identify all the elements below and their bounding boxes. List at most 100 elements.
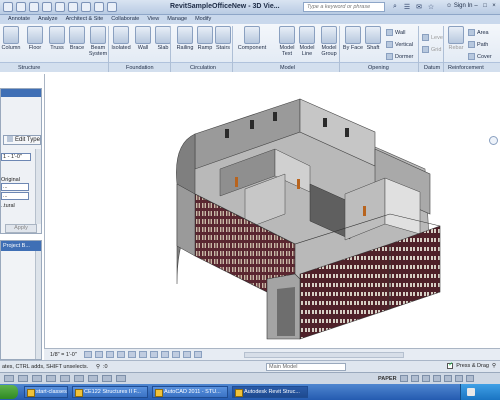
temporary-hide-icon[interactable] bbox=[172, 351, 180, 358]
view-scale[interactable]: 1/8" = 1'-0" bbox=[50, 352, 77, 358]
sun-path-icon[interactable] bbox=[106, 351, 114, 358]
panel-opening[interactable]: Opening bbox=[368, 65, 389, 71]
binoculars-icon[interactable]: ⌕ bbox=[390, 2, 400, 12]
press-drag-checkbox[interactable] bbox=[447, 361, 453, 369]
dyn-icon[interactable] bbox=[102, 375, 112, 382]
start-button[interactable] bbox=[0, 385, 18, 399]
properties-scrollbar[interactable] bbox=[35, 149, 41, 224]
paper-space-toggle[interactable]: PAPER bbox=[378, 376, 397, 382]
tab-manage[interactable]: Manage bbox=[163, 15, 191, 24]
minimize-button[interactable]: – bbox=[472, 2, 480, 11]
model-group-button[interactable]: Model Group bbox=[318, 26, 340, 57]
zoom-icon[interactable] bbox=[422, 375, 430, 382]
tab-architect-site[interactable]: Architect & Site bbox=[62, 15, 108, 24]
tab-analyze[interactable]: Analyze bbox=[34, 15, 62, 24]
taskbar-item-explorer[interactable]: start-classes-principle... bbox=[24, 386, 68, 398]
save-icon[interactable] bbox=[29, 2, 39, 12]
visibility-graphics-button[interactable]: ... bbox=[1, 183, 29, 191]
analytical-model-icon[interactable] bbox=[194, 351, 202, 358]
shaft-button[interactable]: Shaft bbox=[362, 26, 384, 51]
redo-icon[interactable] bbox=[55, 2, 65, 12]
polar-icon[interactable] bbox=[46, 375, 56, 382]
graphic-display-button[interactable]: ... bbox=[1, 192, 29, 200]
snap-icon[interactable] bbox=[4, 375, 14, 382]
viewport-scrollbar[interactable] bbox=[244, 352, 404, 358]
show-crop-icon[interactable] bbox=[150, 351, 158, 358]
view-scale-field[interactable]: 1 - 1'-0" bbox=[1, 153, 31, 161]
apply-button[interactable]: Apply bbox=[5, 224, 37, 233]
panel-foundation[interactable]: Foundation bbox=[126, 65, 154, 71]
render-icon[interactable] bbox=[128, 351, 136, 358]
subscription-icon[interactable]: ☰ bbox=[402, 2, 412, 12]
close-button[interactable]: × bbox=[490, 2, 498, 11]
communication-icon[interactable]: ✉ bbox=[414, 2, 424, 12]
crop-view-icon[interactable] bbox=[139, 351, 147, 358]
isolated-button[interactable]: Isolated bbox=[110, 26, 132, 51]
path-button[interactable]: Path bbox=[468, 41, 488, 48]
tab-annotate[interactable]: Annotate bbox=[4, 15, 34, 24]
visual-style-icon[interactable] bbox=[95, 351, 103, 358]
floor-button[interactable]: Floor bbox=[24, 26, 46, 51]
osnap-icon[interactable] bbox=[60, 375, 70, 382]
lineweight-icon[interactable] bbox=[116, 375, 126, 382]
filter-icon[interactable]: ⚲ bbox=[96, 364, 100, 370]
measure-icon[interactable] bbox=[81, 2, 91, 12]
area-button[interactable]: Area bbox=[468, 29, 489, 36]
maximize-button[interactable]: □ bbox=[481, 2, 489, 11]
layout-icon[interactable] bbox=[400, 375, 408, 382]
search-input[interactable]: Type a keyword or phrase bbox=[303, 2, 385, 12]
panel-circulation[interactable]: Circulation bbox=[190, 65, 216, 71]
otrack-icon[interactable] bbox=[74, 375, 84, 382]
shadows-icon[interactable] bbox=[117, 351, 125, 358]
model-text-button[interactable]: Model Text bbox=[276, 26, 298, 57]
component-button[interactable]: Component bbox=[236, 26, 268, 51]
open-icon[interactable] bbox=[16, 2, 26, 12]
panel-reinforcement[interactable]: Reinforcement bbox=[448, 65, 484, 71]
detail-level-icon[interactable] bbox=[84, 351, 92, 358]
print-icon[interactable] bbox=[68, 2, 78, 12]
tab-modify[interactable]: Modify bbox=[191, 15, 215, 24]
text-icon[interactable] bbox=[94, 2, 104, 12]
vertical-opening-button[interactable]: Vertical bbox=[386, 41, 413, 48]
workspace-icon[interactable] bbox=[444, 375, 452, 382]
grid-display-icon[interactable] bbox=[18, 375, 28, 382]
column-button[interactable]: Column bbox=[0, 26, 22, 51]
by-face-button[interactable]: By Face bbox=[342, 26, 364, 51]
ducs-icon[interactable] bbox=[88, 375, 98, 382]
panel-model[interactable]: Model bbox=[280, 65, 295, 71]
tray-icon[interactable] bbox=[467, 388, 475, 396]
favorites-icon[interactable]: ☆ bbox=[426, 2, 436, 12]
taskbar-item-autocad[interactable]: AutoCAD 2011 - STU... bbox=[152, 386, 228, 398]
level-button[interactable]: Level bbox=[422, 34, 444, 41]
model-line-button[interactable]: Model Line bbox=[296, 26, 318, 57]
railing-button[interactable]: Railing bbox=[174, 26, 196, 51]
taskbar-item-revit[interactable]: Autodesk Revit Struc... bbox=[232, 386, 308, 398]
app-menu-icon[interactable] bbox=[3, 2, 13, 12]
clean-screen-icon[interactable] bbox=[466, 375, 474, 382]
filter-select-icon[interactable]: ⚲ bbox=[492, 363, 496, 369]
tab-collaborate[interactable]: Collaborate bbox=[107, 15, 143, 24]
wall-opening-button[interactable]: Wall bbox=[386, 29, 406, 36]
pan-icon[interactable] bbox=[411, 375, 419, 382]
edit-type-button[interactable]: Edit Type bbox=[3, 135, 41, 145]
reveal-hidden-icon[interactable] bbox=[183, 351, 191, 358]
taskbar-item-ce122[interactable]: CE122 Structures II F... bbox=[72, 386, 148, 398]
cover-button[interactable]: Cover bbox=[468, 53, 492, 60]
wall-foundation-button[interactable]: Wall bbox=[132, 26, 154, 51]
rebar-button[interactable]: Rebar bbox=[446, 26, 466, 51]
panel-structure[interactable]: Structure bbox=[18, 65, 40, 71]
tab-view[interactable]: View bbox=[143, 15, 163, 24]
grid-button[interactable]: Grid bbox=[422, 46, 441, 53]
undo-icon[interactable] bbox=[42, 2, 52, 12]
brace-button[interactable]: Brace bbox=[66, 26, 88, 51]
lock-icon[interactable] bbox=[455, 375, 463, 382]
active-model-select[interactable]: Main Model bbox=[266, 363, 346, 371]
stairs-button[interactable]: Stairs bbox=[212, 26, 234, 51]
panel-datum[interactable]: Datum bbox=[424, 65, 440, 71]
sign-in-link[interactable]: ☺ Sign In bbox=[446, 3, 473, 9]
3d-view-icon[interactable] bbox=[107, 2, 117, 12]
press-drag-toggle[interactable]: Press & Drag ⚲ bbox=[447, 361, 496, 369]
lock-view-icon[interactable] bbox=[161, 351, 169, 358]
dormer-button[interactable]: Dormer bbox=[386, 53, 413, 60]
3d-viewport[interactable] bbox=[44, 74, 500, 348]
